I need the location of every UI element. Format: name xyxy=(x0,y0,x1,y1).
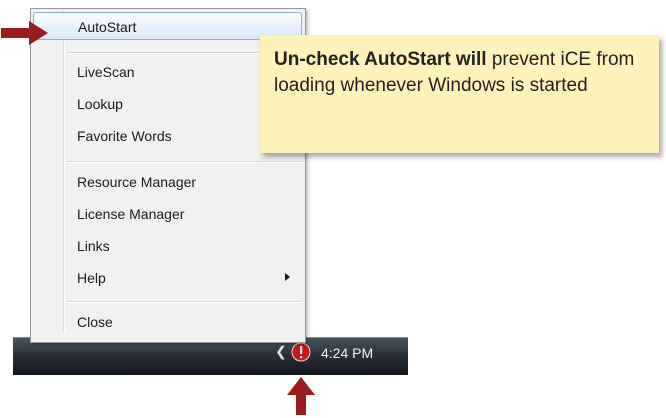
submenu-arrow-icon xyxy=(285,273,290,281)
menu-separator xyxy=(67,301,302,303)
menu-item-license-manager[interactable]: License Manager xyxy=(33,200,302,228)
menu-item-label: AutoStart xyxy=(78,19,137,35)
menu-separator xyxy=(67,161,302,163)
taskbar-clock[interactable]: 4:24 PM xyxy=(321,344,391,362)
menu-item-label: LiveScan xyxy=(77,64,135,80)
callout-bold-text: Un-check AutoStart will xyxy=(274,49,487,70)
menu-item-links[interactable]: Links xyxy=(33,232,302,260)
menu-item-label: Links xyxy=(77,238,110,254)
callout-note: Un-check AutoStart will prevent iCE from… xyxy=(260,35,659,153)
menu-item-label: Close xyxy=(77,314,113,330)
menu-item-label: License Manager xyxy=(77,206,185,222)
menu-item-label: Resource Manager xyxy=(77,174,197,190)
menu-item-resource-manager[interactable]: Resource Manager xyxy=(33,168,302,196)
menu-item-help[interactable]: Help xyxy=(33,264,302,292)
menu-item-label: Help xyxy=(77,270,106,286)
ice-app-icon[interactable] xyxy=(290,341,312,363)
menu-item-label: Lookup xyxy=(77,96,123,112)
menu-item-label: Favorite Words xyxy=(77,128,172,144)
pointer-arrow-right-icon xyxy=(1,21,48,45)
pointer-arrow-up-icon xyxy=(287,377,315,415)
menu-item-close[interactable]: Close xyxy=(33,308,302,336)
chevron-left-icon[interactable]: ❮ xyxy=(275,342,287,362)
